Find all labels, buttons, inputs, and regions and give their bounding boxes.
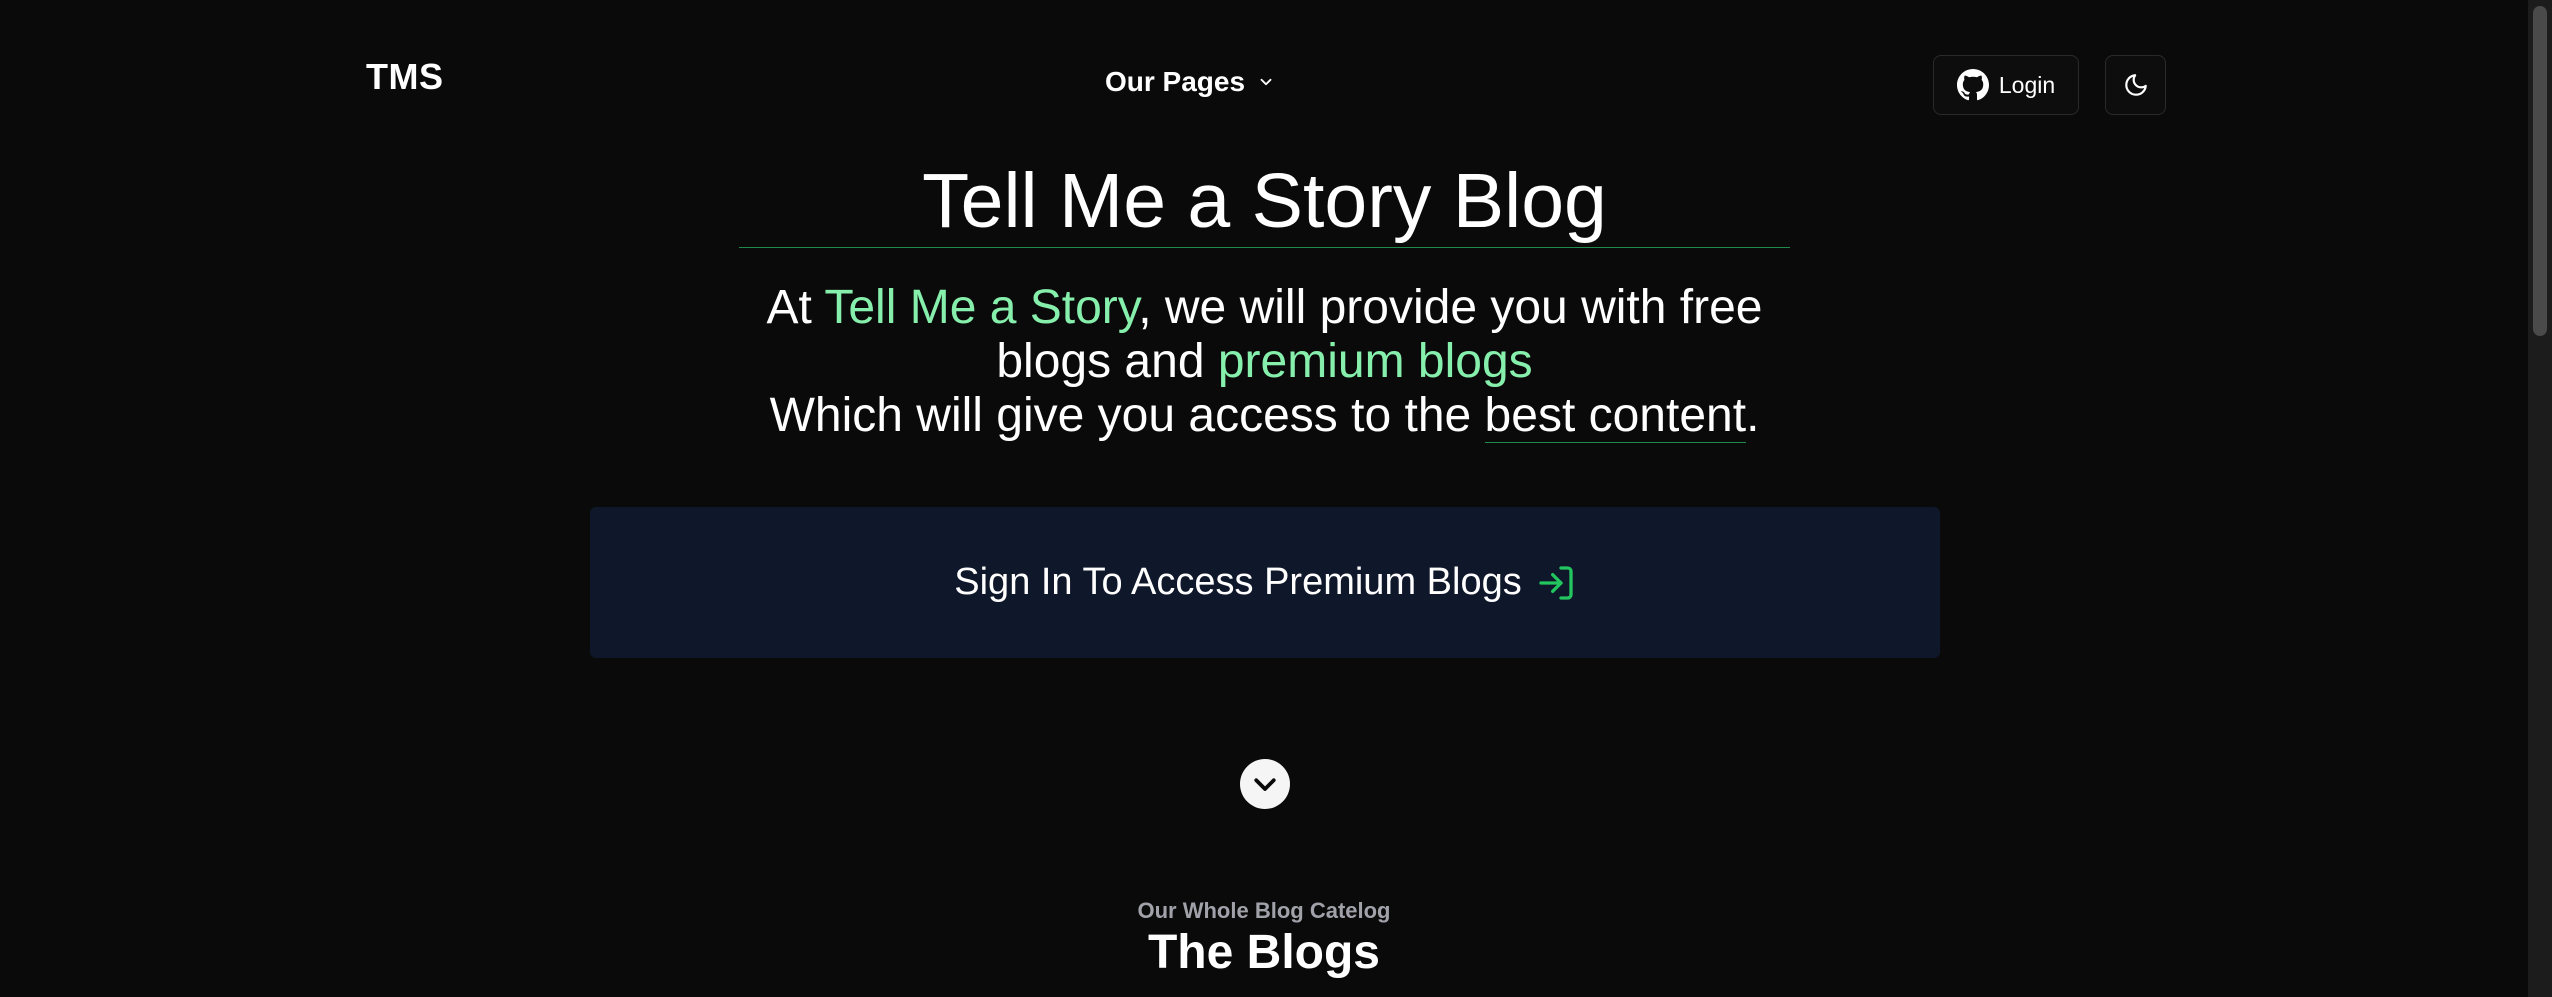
- hero-line3-suffix: .: [1746, 389, 1760, 442]
- hero-brand-highlight: Tell Me a Story: [824, 281, 1139, 334]
- github-icon: [1956, 69, 1989, 101]
- sign-in-cta-label: Sign In To Access Premium Blogs: [954, 561, 1522, 603]
- hero-premium-highlight: premium blogs: [1217, 335, 1533, 388]
- login-button[interactable]: Login: [1933, 55, 2079, 115]
- hero-description: At Tell Me a Story, we will provide you …: [700, 281, 1829, 443]
- hero-title: Tell Me a Story Blog: [922, 158, 1607, 244]
- moon-icon: [2124, 74, 2147, 96]
- login-label: Login: [1998, 71, 2056, 98]
- page: TMS Our Pages Login Tell Me a Story Blog…: [0, 0, 2552, 997]
- hero-line2-prefix: blogs and: [996, 335, 1218, 388]
- our-pages-label: Our Pages: [1105, 66, 1246, 97]
- chevron-down-icon: [1260, 78, 1272, 86]
- section-title: The Blogs: [1147, 926, 1380, 979]
- site-logo[interactable]: TMS: [366, 56, 444, 98]
- theme-toggle-button[interactable]: [2105, 55, 2166, 115]
- chevron-down-circle-icon: [1254, 778, 1276, 791]
- scrollbar-thumb[interactable]: [2533, 6, 2547, 336]
- hero-line1-suffix: , we will provide you with free: [1138, 281, 1763, 334]
- hero-divider: [739, 247, 1790, 248]
- our-pages-dropdown[interactable]: Our Pages: [1105, 66, 1275, 98]
- hero-line1-prefix: At: [766, 281, 825, 334]
- page-scrollbar[interactable]: [2528, 0, 2552, 997]
- hero-best-content: best content: [1484, 389, 1747, 443]
- scroll-down-button[interactable]: [1240, 759, 1290, 809]
- sign-in-icon: [1539, 565, 1573, 600]
- hero-line3-prefix: Which will give you access to the: [769, 389, 1485, 442]
- sign-in-cta-button[interactable]: Sign In To Access Premium Blogs: [590, 507, 1940, 658]
- section-subtitle: Our Whole Blog Catelog: [1137, 898, 1391, 923]
